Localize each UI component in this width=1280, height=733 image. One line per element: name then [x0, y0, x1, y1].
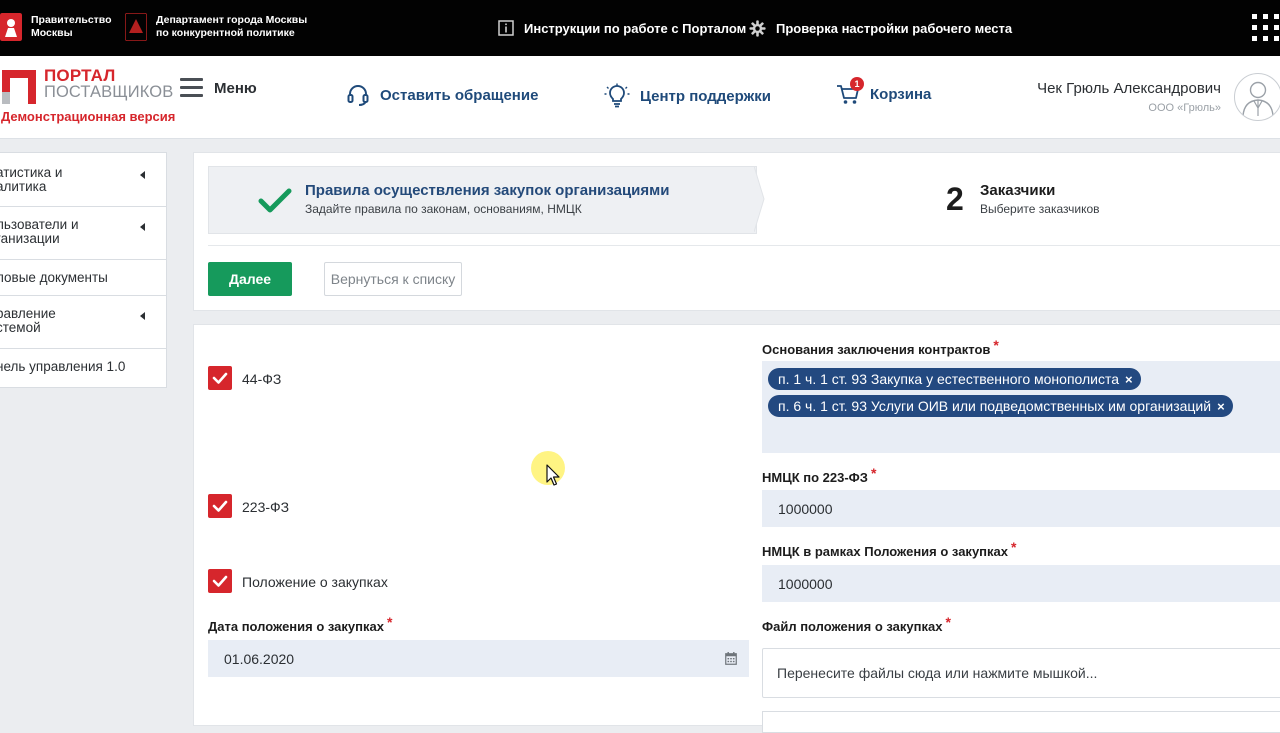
hamburger-icon [180, 78, 203, 98]
wizard-divider [208, 245, 1280, 246]
grounds-tag: п. 1 ч. 1 ст. 93 Закупка у естественного… [768, 368, 1141, 390]
gov-moscow-label: Правительство Москвы [31, 14, 112, 39]
department-emblem-icon [125, 13, 147, 41]
nmck-223-label: НМЦК по 223-ФЗ * [762, 465, 876, 485]
checkbox-position[interactable] [208, 569, 232, 593]
checkbox-position-label: Положение о закупках [242, 574, 388, 590]
sidebar: атистика и алитика льзователи и ганизаци… [0, 152, 167, 388]
calendar-icon[interactable] [725, 652, 737, 665]
menu-button[interactable]: Меню [180, 78, 257, 98]
cart-count-badge: 1 [850, 77, 864, 91]
site-header: ПОРТАЛ ПОСТАВЩИКОВ Демонстрационная верс… [0, 56, 1280, 139]
date-input[interactable]: 01.06.2020 [208, 640, 749, 677]
menu-label: Меню [214, 79, 257, 97]
nmck-223-label-text: НМЦК по 223-ФЗ [762, 470, 868, 485]
nmck-223-value: 1000000 [778, 501, 833, 517]
gear-icon [749, 20, 766, 37]
checkbox-44fz[interactable] [208, 366, 232, 390]
support-center-label: Центр поддержки [640, 87, 771, 105]
nmck-position-label-text: НМЦК в рамках Положения о закупках [762, 544, 1008, 559]
sidebar-item-statistics[interactable]: атистика и алитика [0, 153, 166, 207]
grounds-field-label: Основания заключения контрактов * [762, 337, 999, 357]
check-mark-icon [212, 372, 228, 384]
required-marker: * [1011, 539, 1017, 555]
checkmark-icon [258, 188, 292, 213]
nmck-position-value: 1000000 [778, 576, 833, 592]
moscow-emblem-icon [0, 13, 22, 41]
nmck-position-label: НМЦК в рамках Положения о закупках * [762, 539, 1016, 559]
support-center-link[interactable]: Центр поддержки [604, 83, 771, 109]
portal-logo-icon[interactable] [2, 70, 36, 104]
step-customers-title: Заказчики [980, 182, 1056, 199]
grounds-tag-label: п. 6 ч. 1 ст. 93 Услуги ОИВ или подведом… [778, 398, 1212, 414]
nmck-position-input[interactable]: 1000000 [762, 565, 1280, 602]
cart-label: Корзина [870, 85, 932, 103]
remove-tag-icon[interactable]: × [1125, 372, 1133, 387]
checkbox-44fz-label: 44-ФЗ [242, 371, 282, 387]
sidebar-item-documents[interactable]: ловые документы [0, 260, 166, 296]
gov-dept-label: Департамент города Москвы по конкурентно… [156, 14, 308, 39]
step-customers-subtitle: Выберите заказчиков [980, 202, 1100, 216]
required-marker: * [945, 614, 951, 630]
user-avatar-icon[interactable] [1234, 73, 1280, 121]
date-field-label-text: Дата положения о закупках [208, 619, 384, 634]
avatar-silhouette [1242, 81, 1274, 117]
grounds-tag-label: п. 1 ч. 1 ст. 93 Закупка у естественного… [778, 371, 1120, 387]
back-to-list-button[interactable]: Вернуться к списку [324, 262, 462, 296]
file-field-label: Файл положения о закупках * [762, 614, 951, 634]
required-marker: * [870, 465, 877, 481]
cart-link[interactable]: 1 Корзина [836, 77, 932, 105]
demo-version-label: Демонстрационная версия [1, 109, 176, 124]
instructions-link[interactable]: Инструкции по работе с Порталом [498, 20, 746, 36]
sidebar-item-label: ловые документы [0, 270, 108, 285]
sidebar-item-label: равление стемой [0, 306, 56, 335]
remove-tag-icon[interactable]: × [1217, 399, 1225, 414]
check-mark-icon [212, 500, 228, 512]
lightbulb-icon [604, 83, 630, 108]
gov-dept-link[interactable]: Департамент города Москвы по конкурентно… [125, 13, 307, 41]
file-dropzone[interactable]: Перенесите файлы сюда или нажмите мышкой… [762, 648, 1280, 698]
next-button[interactable]: Далее [208, 262, 292, 296]
appeal-label: Оставить обращение [380, 86, 539, 104]
file-field-label-text: Файл положения о закупках [762, 619, 943, 634]
apps-grid-icon[interactable] [1252, 14, 1280, 42]
next-field-partial[interactable] [762, 711, 1280, 733]
chevron-left-icon [140, 312, 145, 320]
workplace-check-link[interactable]: Проверка настройки рабочего места [749, 20, 1012, 37]
user-organization: ООО «Грюль» [1148, 102, 1221, 114]
grounds-field-label-text: Основания заключения контрактов [762, 342, 991, 357]
required-marker: * [993, 337, 999, 353]
sidebar-item-label: атистика и алитика [0, 165, 63, 194]
step-rules-title: Правила осуществления закупок организаци… [305, 182, 670, 199]
sidebar-item-system[interactable]: равление стемой [0, 296, 166, 349]
date-value: 01.06.2020 [224, 651, 295, 667]
grounds-tag: п. 6 ч. 1 ст. 93 Услуги ОИВ или подведом… [768, 395, 1233, 417]
user-name[interactable]: Чек Грюль Александрович [1037, 80, 1221, 97]
step-customers-number: 2 [946, 181, 964, 217]
sidebar-item-users[interactable]: льзователи и ганизации [0, 207, 166, 260]
date-field-label: Дата положения о закупках * [208, 614, 392, 634]
workplace-check-label: Проверка настройки рабочего места [776, 21, 1013, 36]
step-rules-subtitle: Задайте правила по законам, основаниям, … [305, 202, 582, 216]
cart-icon-wrap: 1 [836, 77, 864, 105]
sidebar-item-label: нель управления 1.0 [0, 359, 126, 374]
gov-bar: Правительство Москвы Департамент города … [0, 0, 1280, 56]
gov-moscow-link[interactable]: Правительство Москвы [0, 13, 112, 41]
checkbox-223fz-label: 223-ФЗ [242, 499, 290, 515]
sidebar-item-control-panel[interactable]: нель управления 1.0 [0, 349, 166, 387]
headset-icon [347, 85, 369, 106]
mouse-pointer-icon [546, 464, 560, 486]
required-marker: * [386, 614, 393, 630]
info-square-icon [498, 20, 514, 36]
checkbox-223fz[interactable] [208, 494, 232, 518]
logo-subtitle: ПОСТАВЩИКОВ [44, 83, 174, 101]
chevron-left-icon [140, 223, 145, 231]
check-mark-icon [212, 575, 228, 587]
nmck-223-input[interactable]: 1000000 [762, 490, 1280, 527]
chevron-left-icon [140, 171, 145, 179]
appeal-link[interactable]: Оставить обращение [346, 83, 538, 107]
instructions-label: Инструкции по работе с Порталом [524, 20, 747, 36]
step-separator-arrow [754, 166, 765, 232]
sidebar-item-label: льзователи и ганизации [0, 217, 79, 246]
